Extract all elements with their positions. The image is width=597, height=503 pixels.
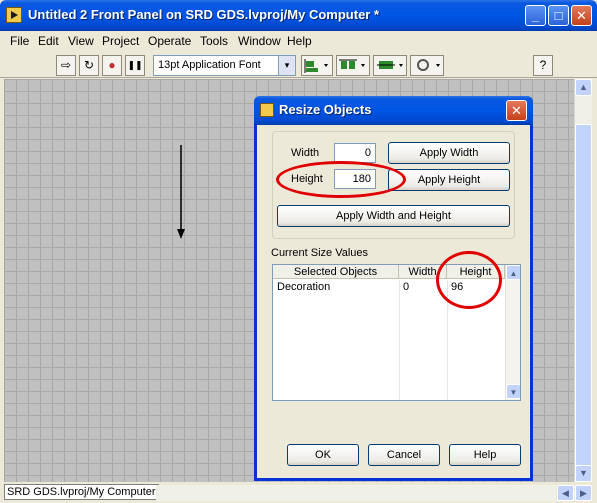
decoration-arrow[interactable] xyxy=(174,143,188,243)
project-path: SRD GDS.lvproj/My Computer xyxy=(4,484,159,500)
cell-object-name: Decoration xyxy=(277,281,331,293)
font-select[interactable]: 13pt Application Font ▾ xyxy=(153,55,296,76)
table-scrollbar[interactable]: ▲ ▼ xyxy=(505,265,520,400)
close-button[interactable]: ✕ xyxy=(571,5,592,26)
pause-button[interactable]: ❚❚ xyxy=(125,55,145,76)
menu-project[interactable]: Project xyxy=(102,34,139,48)
align-objects-button[interactable] xyxy=(301,55,333,76)
annotation-oval-height-column xyxy=(436,251,502,309)
menu-file[interactable]: File xyxy=(10,34,29,48)
context-help-button[interactable]: ? xyxy=(533,55,553,76)
apply-width-button[interactable]: Apply Width xyxy=(388,142,510,164)
horizontal-scrollbar[interactable] xyxy=(156,485,556,501)
distribute-objects-button[interactable] xyxy=(336,55,370,76)
menu-operate[interactable]: Operate xyxy=(148,34,191,48)
window-title: Untitled 2 Front Panel on SRD GDS.lvproj… xyxy=(28,7,380,22)
cell-width: 0 xyxy=(403,281,410,293)
width-field[interactable]: 0 xyxy=(334,143,376,163)
reorder-icon xyxy=(417,59,440,71)
help-button[interactable]: Help xyxy=(449,444,521,466)
minimize-button[interactable]: _ xyxy=(525,5,546,26)
labview-icon xyxy=(260,103,274,117)
dialog-close-button[interactable]: ✕ xyxy=(506,100,527,121)
resize-objects-button[interactable] xyxy=(373,55,407,76)
column-divider xyxy=(399,280,400,400)
scroll-left-button[interactable]: ◀ xyxy=(557,485,574,501)
menu-bar: File Edit View Project Operate Tools Win… xyxy=(0,31,597,52)
menu-edit[interactable]: Edit xyxy=(38,34,59,48)
vertical-scrollbar[interactable]: ▲ ▼ xyxy=(574,79,592,484)
scroll-thumb[interactable] xyxy=(575,124,592,484)
toolbar: ⇨ ↻ ● ❚❚ 13pt Application Font ▾ ? 2 xyxy=(0,52,597,122)
maximize-button[interactable]: □ xyxy=(548,5,569,26)
reorder-button[interactable] xyxy=(410,55,444,76)
width-label: Width xyxy=(291,147,320,159)
scroll-down-button[interactable]: ▼ xyxy=(575,465,592,482)
dialog-title: Resize Objects xyxy=(279,102,372,117)
run-continuously-button[interactable]: ↻ xyxy=(79,55,99,76)
col-header-selected-objects[interactable]: Selected Objects xyxy=(273,265,399,279)
apply-height-button[interactable]: Apply Height xyxy=(388,169,510,191)
scroll-up-button[interactable]: ▲ xyxy=(575,79,592,96)
run-button[interactable]: ⇨ xyxy=(56,55,76,76)
abort-button[interactable]: ● xyxy=(102,55,122,76)
menu-window[interactable]: Window xyxy=(238,34,281,48)
table-scroll-up[interactable]: ▲ xyxy=(506,265,520,280)
dialog-titlebar[interactable]: Resize Objects ✕ xyxy=(254,96,533,125)
table-scroll-down[interactable]: ▼ xyxy=(506,384,520,399)
resize-objects-icon xyxy=(377,61,403,69)
menu-tools[interactable]: Tools xyxy=(200,34,228,48)
annotation-oval-height-field xyxy=(276,161,406,198)
labview-icon xyxy=(6,7,22,23)
align-objects-icon xyxy=(304,59,328,73)
menu-help[interactable]: Help xyxy=(287,34,312,48)
distribute-objects-icon xyxy=(339,59,365,69)
scroll-right-button[interactable]: ▶ xyxy=(575,485,592,501)
apply-width-and-height-button[interactable]: Apply Width and Height xyxy=(277,205,510,227)
window-titlebar[interactable]: Untitled 2 Front Panel on SRD GDS.lvproj… xyxy=(0,0,597,31)
status-bar: SRD GDS.lvproj/My Computer ◀ ▶ xyxy=(0,482,597,503)
font-select-value: 13pt Application Font xyxy=(158,59,261,71)
ok-button[interactable]: OK xyxy=(287,444,359,466)
current-size-values-label: Current Size Values xyxy=(271,247,369,259)
cancel-button[interactable]: Cancel xyxy=(368,444,440,466)
chevron-down-icon: ▾ xyxy=(278,56,295,75)
menu-view[interactable]: View xyxy=(68,34,94,48)
